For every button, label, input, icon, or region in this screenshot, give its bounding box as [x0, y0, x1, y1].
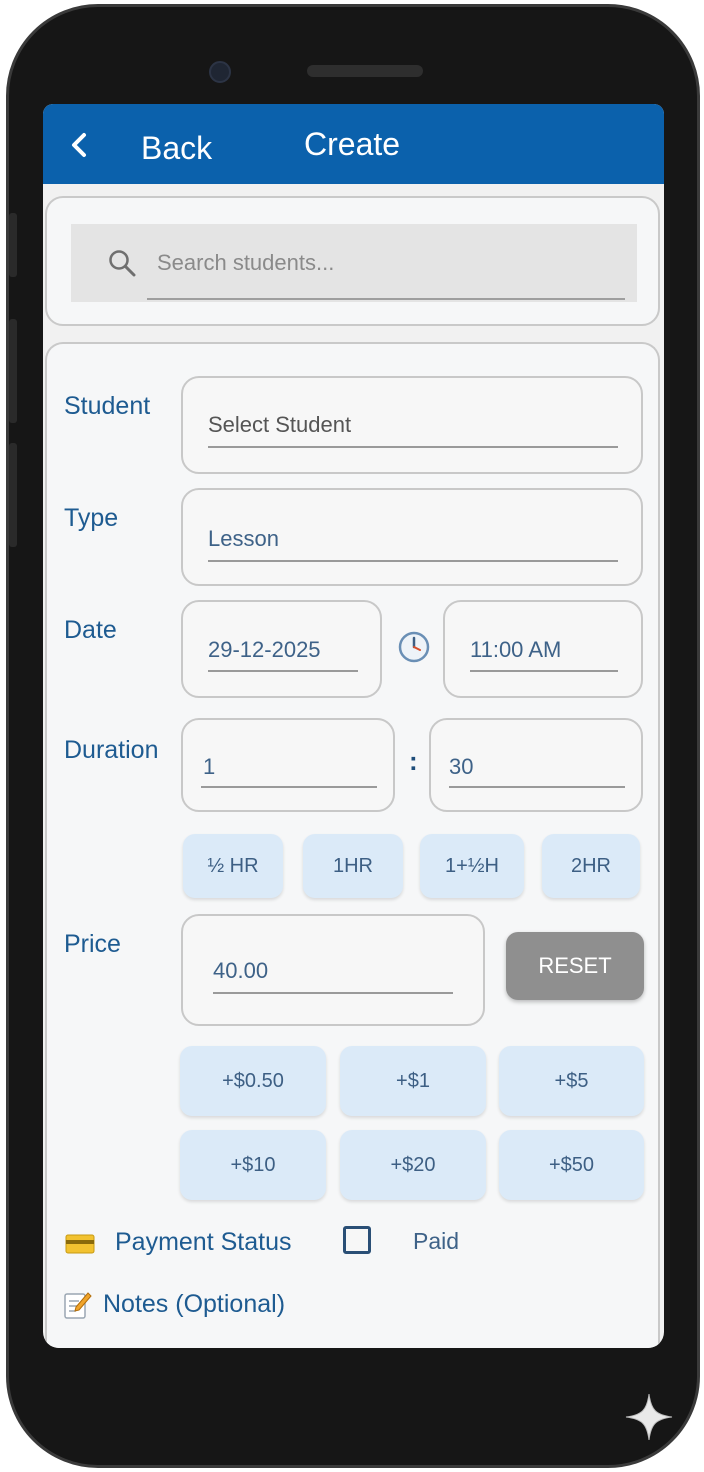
back-button[interactable]: Back — [141, 130, 212, 167]
duration-separator: : — [409, 746, 418, 776]
price-increment-10[interactable]: +$10 — [180, 1130, 326, 1200]
clock-icon — [398, 631, 430, 663]
price-label: Price — [64, 930, 121, 958]
price-increment-5[interactable]: +$5 — [499, 1046, 644, 1116]
date-value: 29-12-2025 — [208, 637, 321, 662]
price-increment-0-50[interactable]: +$0.50 — [180, 1046, 326, 1116]
time-underline — [470, 670, 618, 672]
duration-preset-2-hour[interactable]: 2HR — [542, 834, 640, 898]
date-underline — [208, 670, 358, 672]
app-screen: Back Create Search students... Student S… — [43, 104, 664, 1348]
date-label: Date — [64, 616, 117, 644]
sparkle-icon — [625, 1393, 673, 1441]
paid-checkbox-label[interactable]: Paid — [413, 1228, 459, 1255]
duration-preset-1-hour[interactable]: 1HR — [303, 834, 403, 898]
duration-minutes-underline — [449, 786, 625, 788]
time-value: 11:00 AM — [470, 637, 562, 662]
time-field[interactable]: 11:00 AM — [443, 600, 643, 698]
notes-label: Notes (Optional) — [103, 1290, 286, 1318]
type-select[interactable]: Lesson — [181, 488, 643, 586]
search-placeholder: Search students... — [157, 250, 335, 275]
student-select[interactable]: Select Student — [181, 376, 643, 474]
student-value: Select Student — [208, 412, 352, 437]
reset-button[interactable]: RESET — [506, 932, 644, 1000]
memo-icon — [64, 1292, 92, 1319]
credit-card-icon — [65, 1234, 95, 1254]
duration-preset-1-5-hour[interactable]: 1+½H — [420, 834, 524, 898]
price-input[interactable]: 40.00 — [181, 914, 485, 1026]
duration-preset-half-hour[interactable]: ½ HR — [183, 834, 283, 898]
search-icon — [109, 250, 136, 277]
price-increment-50[interactable]: +$50 — [499, 1130, 644, 1200]
student-label: Student — [64, 392, 151, 420]
earpiece-speaker — [307, 65, 423, 77]
page-title: Create — [304, 126, 401, 162]
volume-up-button — [9, 319, 17, 423]
price-value: 40.00 — [213, 958, 269, 983]
duration-hours-value: 1 — [203, 754, 216, 779]
paid-checkbox[interactable] — [343, 1226, 371, 1254]
payment-status-label: Payment Status — [115, 1228, 292, 1256]
type-value: Lesson — [208, 526, 279, 551]
nav-header: Back Create — [43, 104, 664, 184]
type-underline — [208, 560, 618, 562]
date-field[interactable]: 29-12-2025 — [181, 600, 382, 698]
price-increment-20[interactable]: +$20 — [340, 1130, 486, 1200]
price-underline — [213, 992, 453, 994]
mute-switch — [9, 213, 17, 277]
search-underline — [147, 298, 625, 300]
price-increment-1[interactable]: +$1 — [340, 1046, 486, 1116]
duration-hours-underline — [201, 786, 377, 788]
front-camera — [209, 61, 231, 83]
search-input[interactable]: Search students... — [71, 224, 637, 302]
duration-label: Duration — [64, 736, 159, 764]
volume-down-button — [9, 443, 17, 547]
duration-hours-input[interactable]: 1 — [181, 718, 395, 812]
duration-minutes-input[interactable]: 30 — [429, 718, 643, 812]
chevron-left-icon[interactable] — [67, 132, 91, 158]
search-card: Search students... — [45, 196, 660, 326]
duration-minutes-value: 30 — [449, 754, 474, 779]
create-form: Student Select Student Type Lesson Date … — [45, 342, 660, 1348]
student-underline — [208, 446, 618, 448]
type-label: Type — [64, 504, 119, 532]
